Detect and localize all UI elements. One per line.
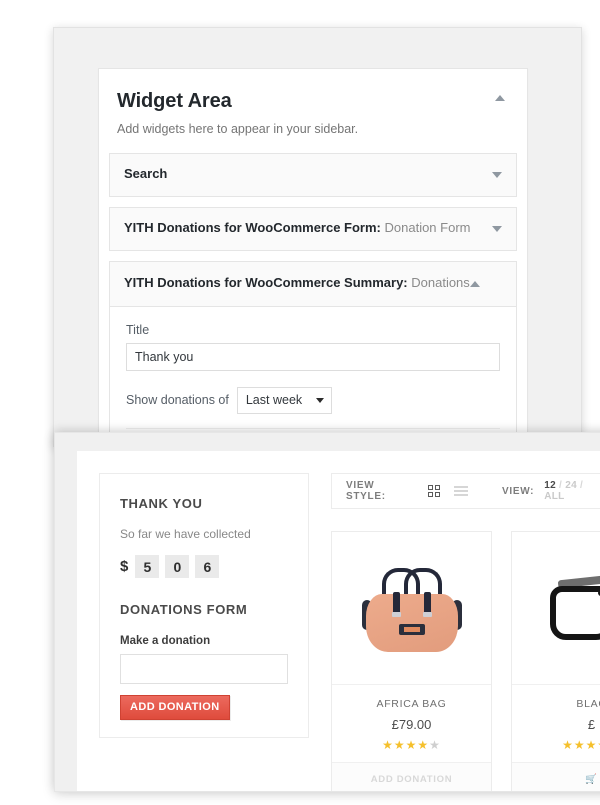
amount-digit: 6 (195, 555, 220, 578)
widget-settings-form: Title Show donations of Last week Delete… (110, 307, 516, 446)
grid-view-icon[interactable] (428, 485, 441, 497)
product-image-handbag (332, 532, 491, 685)
widget-row-label-suffix: Donations (407, 275, 470, 291)
products-toolbar: VIEW STYLE: VIEW: 12 / 24 / ALL (331, 473, 600, 509)
star-rating: ★★★★★ (562, 738, 600, 752)
product-cart-button[interactable]: 🛒 (512, 763, 600, 791)
widget-row-label-main: YITH Donations for WooCommerce Summary: (124, 275, 408, 291)
glasses-illustration (550, 575, 600, 640)
donation-amount-input[interactable] (120, 654, 288, 684)
triangle-up-icon[interactable] (469, 280, 480, 287)
product-price: £ (587, 717, 596, 732)
view-count-12[interactable]: 12 (544, 480, 556, 491)
period-select[interactable]: Last week (236, 386, 332, 414)
donations-form-heading: DONATIONS FORM (120, 602, 248, 617)
show-donations-row: Show donations of Last week (126, 386, 500, 414)
widget-row-label-suffix: Donation Form (380, 220, 471, 236)
widget-row-label: Search (124, 166, 168, 182)
star-rating: ★★★★★ (382, 738, 441, 752)
period-select-value: Last week (245, 393, 303, 407)
collected-amount: $ 5 0 6 (120, 555, 288, 578)
amount-digit: 0 (165, 555, 190, 578)
widget-row-donation-form[interactable]: YITH Donations for WooCommerce Form: Don… (109, 206, 517, 251)
currency-symbol: $ (120, 558, 129, 575)
thank-you-heading: THANK YOU (120, 496, 203, 511)
make-a-donation-label: Make a donation (120, 635, 211, 647)
product-name: BLAC (576, 698, 600, 710)
widget-row-label-main: YITH Donations for WooCommerce Form: (124, 220, 381, 236)
storefront-content: THANK YOU So far we have collected $ 5 0… (77, 451, 600, 791)
widget-open-header[interactable]: YITH Donations for WooCommerce Summary: … (110, 261, 516, 307)
product-card[interactable]: BLAC £ ★★★★★ 🛒 (511, 531, 600, 791)
admin-widgets-panel: Widget Area Add widgets here to appear i… (53, 27, 582, 447)
product-price: £79.00 (391, 717, 432, 732)
widget-area-box: Widget Area Add widgets here to appear i… (98, 68, 528, 446)
product-name: AFRICA BAG (376, 698, 447, 710)
product-add-donation-button[interactable]: ADD DONATION (332, 763, 491, 791)
product-image-glasses (512, 532, 600, 685)
triangle-down-icon[interactable] (492, 171, 502, 178)
widget-area-description: Add widgets here to appear in your sideb… (117, 122, 359, 136)
collected-text: So far we have collected (120, 527, 251, 541)
add-donation-button[interactable]: ADD DONATION (120, 695, 230, 720)
triangle-up-icon[interactable] (495, 95, 511, 111)
widget-row-search[interactable]: Search (109, 152, 517, 197)
shop-sidebar: THANK YOU So far we have collected $ 5 0… (99, 473, 309, 738)
widget-row-label: YITH Donations for WooCommerce Summary: … (124, 275, 470, 292)
product-card[interactable]: AFRICA BAG £79.00 ★★★★★ ADD DONATION (331, 531, 492, 791)
view-label: VIEW: (502, 485, 535, 497)
view-style-label: VIEW STYLE: (346, 480, 386, 502)
show-donations-label: Show donations of (126, 393, 229, 407)
widget-area-header: Widget Area Add widgets here to appear i… (99, 69, 527, 153)
list-view-icon[interactable] (454, 486, 468, 496)
view-count-options: 12 / 24 / ALL (544, 480, 584, 502)
widget-row-label: YITH Donations for WooCommerce Form: Don… (124, 220, 470, 237)
handbag-illustration (360, 568, 464, 654)
page-title: Widget Area (117, 90, 232, 112)
product-meta: BLAC £ ★★★★★ (512, 685, 600, 763)
shop-products-column: VIEW STYLE: VIEW: 12 / 24 / ALL AFRICA B… (309, 473, 600, 791)
view-count-all[interactable]: ALL (544, 491, 564, 502)
product-grid: AFRICA BAG £79.00 ★★★★★ ADD DONATION BLA… (331, 531, 600, 791)
product-meta: AFRICA BAG £79.00 ★★★★★ (332, 685, 491, 763)
chevron-down-icon (315, 398, 324, 403)
amount-digit: 5 (135, 555, 160, 578)
view-count-24[interactable]: 24 (565, 480, 577, 491)
title-input[interactable] (126, 342, 500, 371)
cart-icon: 🛒 (585, 773, 598, 785)
triangle-down-icon[interactable] (492, 225, 502, 232)
widget-row-donation-summary: YITH Donations for WooCommerce Summary: … (109, 260, 517, 446)
storefront-preview-panel: THANK YOU So far we have collected $ 5 0… (54, 432, 600, 792)
title-field-label: Title (126, 322, 150, 337)
